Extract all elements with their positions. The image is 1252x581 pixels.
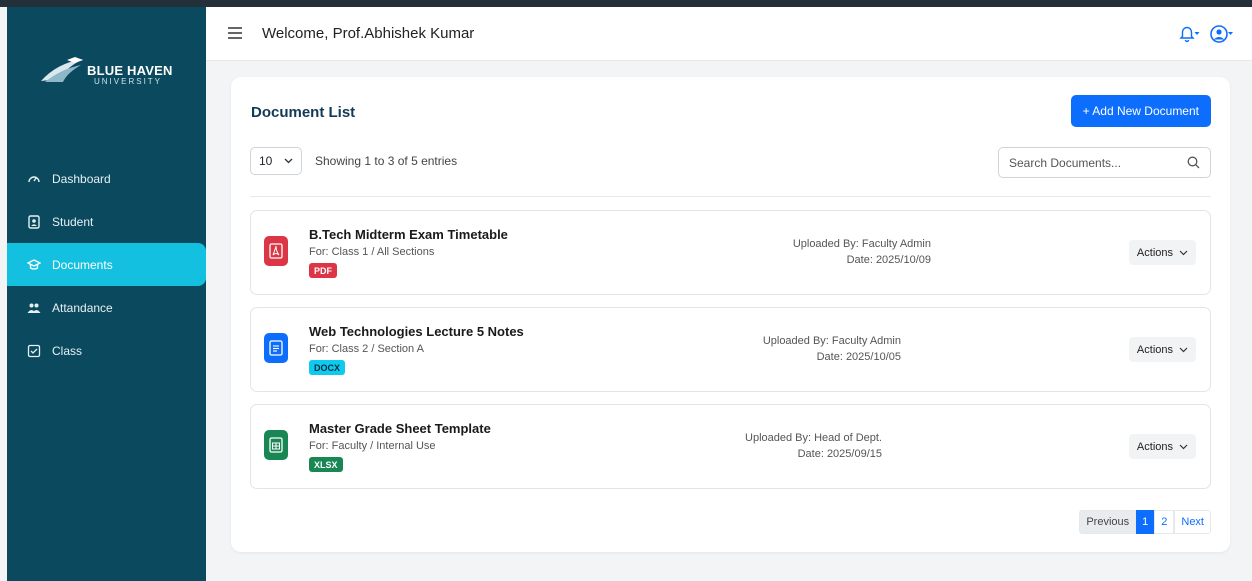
user-circle-icon: [1210, 25, 1233, 43]
add-new-document-button[interactable]: + Add New Document: [1070, 95, 1211, 127]
logo-wave-icon: [41, 57, 83, 82]
document-audience: For: Faculty / Internal Use: [309, 440, 436, 452]
notifications-dropdown[interactable]: [1178, 25, 1200, 43]
search-icon[interactable]: [1187, 156, 1200, 174]
university-logo[interactable]: BLUE HAVEN UNIVERSITY: [37, 55, 177, 93]
uploaded-by: Uploaded By: Faculty Admin: [792, 238, 931, 250]
sidebar-item-dashboard[interactable]: Dashboard: [7, 157, 206, 200]
list-item: Master Grade Sheet Template For: Faculty…: [250, 404, 1211, 489]
search-input[interactable]: [999, 148, 1169, 177]
sidebar-item-label: Class: [52, 343, 83, 358]
document-audience: For: Class 1 / All Sections: [309, 246, 435, 258]
sidebar-item-label: Dashboard: [52, 171, 111, 186]
sidebar-item-documents[interactable]: Documents: [7, 243, 206, 286]
checkbox-icon: [27, 344, 41, 358]
document-meta: Uploaded By: Head of Dept. Date: 2025/09…: [697, 430, 882, 462]
add-button-label: + Add New Document: [1082, 104, 1199, 118]
document-meta: Uploaded By: Faculty Admin Date: 2025/10…: [746, 236, 931, 268]
document-name[interactable]: B.Tech Midterm Exam Timetable: [309, 227, 508, 242]
actions-label: Actions: [1136, 343, 1173, 356]
sidebar-item-label: Student: [52, 214, 94, 229]
page-title: Document List: [251, 104, 356, 121]
welcome-text: Welcome, Prof.Abhishek Kumar: [262, 25, 475, 42]
chevron-down-icon: [1179, 444, 1188, 449]
dashboard-gauge-icon: [27, 172, 41, 186]
document-name[interactable]: Master Grade Sheet Template: [309, 421, 491, 436]
sidebar-item-label: Attandance: [52, 300, 113, 315]
list-item: B.Tech Midterm Exam Timetable For: Class…: [250, 210, 1211, 295]
divider: [250, 196, 1211, 197]
graduation-cap-icon: [27, 258, 41, 272]
chevron-down-icon: [284, 158, 293, 164]
previous-page-button[interactable]: Previous: [1079, 510, 1137, 534]
file-type-badge: XLSX: [309, 457, 343, 472]
page-2-button[interactable]: 2: [1154, 510, 1175, 534]
chevron-down-icon: [1179, 347, 1188, 352]
actions-dropdown[interactable]: Actions: [1128, 337, 1196, 362]
upload-date: Date: 2025/10/05: [816, 351, 901, 363]
document-list: B.Tech Midterm Exam Timetable For: Class…: [250, 210, 1211, 501]
sidebar-nav: Dashboard Student Documents Attandance C…: [7, 157, 206, 372]
student-id-icon: [27, 214, 41, 229]
page-length-select[interactable]: 10: [250, 147, 302, 175]
document-audience: For: Class 2 / Section A: [309, 343, 424, 355]
header-actions: [1178, 24, 1234, 44]
uploaded-by: Uploaded By: Head of Dept.: [745, 432, 882, 444]
sidebar-item-student[interactable]: Student: [7, 200, 206, 243]
pdf-file-icon: [264, 236, 288, 266]
search-box: [998, 147, 1211, 178]
page-length-value: 10: [259, 154, 273, 168]
upload-date: Date: 2025/10/09: [846, 254, 931, 266]
top-border: [0, 0, 1252, 7]
xlsx-file-icon: [264, 430, 288, 460]
brand-subtitle: UNIVERSITY: [94, 77, 163, 86]
pagination: Previous 1 2 Next: [1079, 510, 1211, 534]
people-icon: [27, 301, 41, 315]
list-item: Web Technologies Lecture 5 Notes For: Cl…: [250, 307, 1211, 392]
actions-label: Actions: [1136, 440, 1173, 453]
next-page-button[interactable]: Next: [1174, 510, 1211, 534]
uploaded-by: Uploaded By: Faculty Admin: [762, 335, 901, 347]
docx-file-icon: [264, 333, 288, 363]
actions-dropdown[interactable]: Actions: [1128, 240, 1196, 265]
brand-name: BLUE HAVEN: [87, 63, 173, 78]
file-type-badge: DOCX: [309, 360, 346, 375]
actions-label: Actions: [1136, 246, 1173, 259]
chevron-down-icon: [1179, 250, 1188, 255]
sidebar-item-class[interactable]: Class: [7, 329, 206, 372]
top-header: Welcome, Prof.Abhishek Kumar: [206, 7, 1252, 61]
upload-date: Date: 2025/09/15: [797, 448, 882, 460]
document-list-card: Document List + Add New Document 10 Show…: [231, 77, 1230, 552]
menu-toggle-icon[interactable]: [228, 26, 242, 39]
document-name[interactable]: Web Technologies Lecture 5 Notes: [309, 324, 524, 339]
entries-info: Showing 1 to 3 of 5 entries: [315, 154, 458, 168]
file-type-badge: PDF: [309, 263, 337, 278]
page-1-button[interactable]: 1: [1136, 510, 1155, 534]
document-meta: Uploaded By: Faculty Admin Date: 2025/10…: [716, 333, 901, 365]
sidebar-item-label: Documents: [52, 257, 113, 272]
sidebar-item-attandance[interactable]: Attandance: [7, 286, 206, 329]
bell-icon: [1179, 26, 1200, 43]
actions-dropdown[interactable]: Actions: [1128, 434, 1196, 459]
sidebar: BLUE HAVEN UNIVERSITY Dashboard Student …: [7, 7, 206, 581]
user-dropdown[interactable]: [1210, 24, 1234, 44]
